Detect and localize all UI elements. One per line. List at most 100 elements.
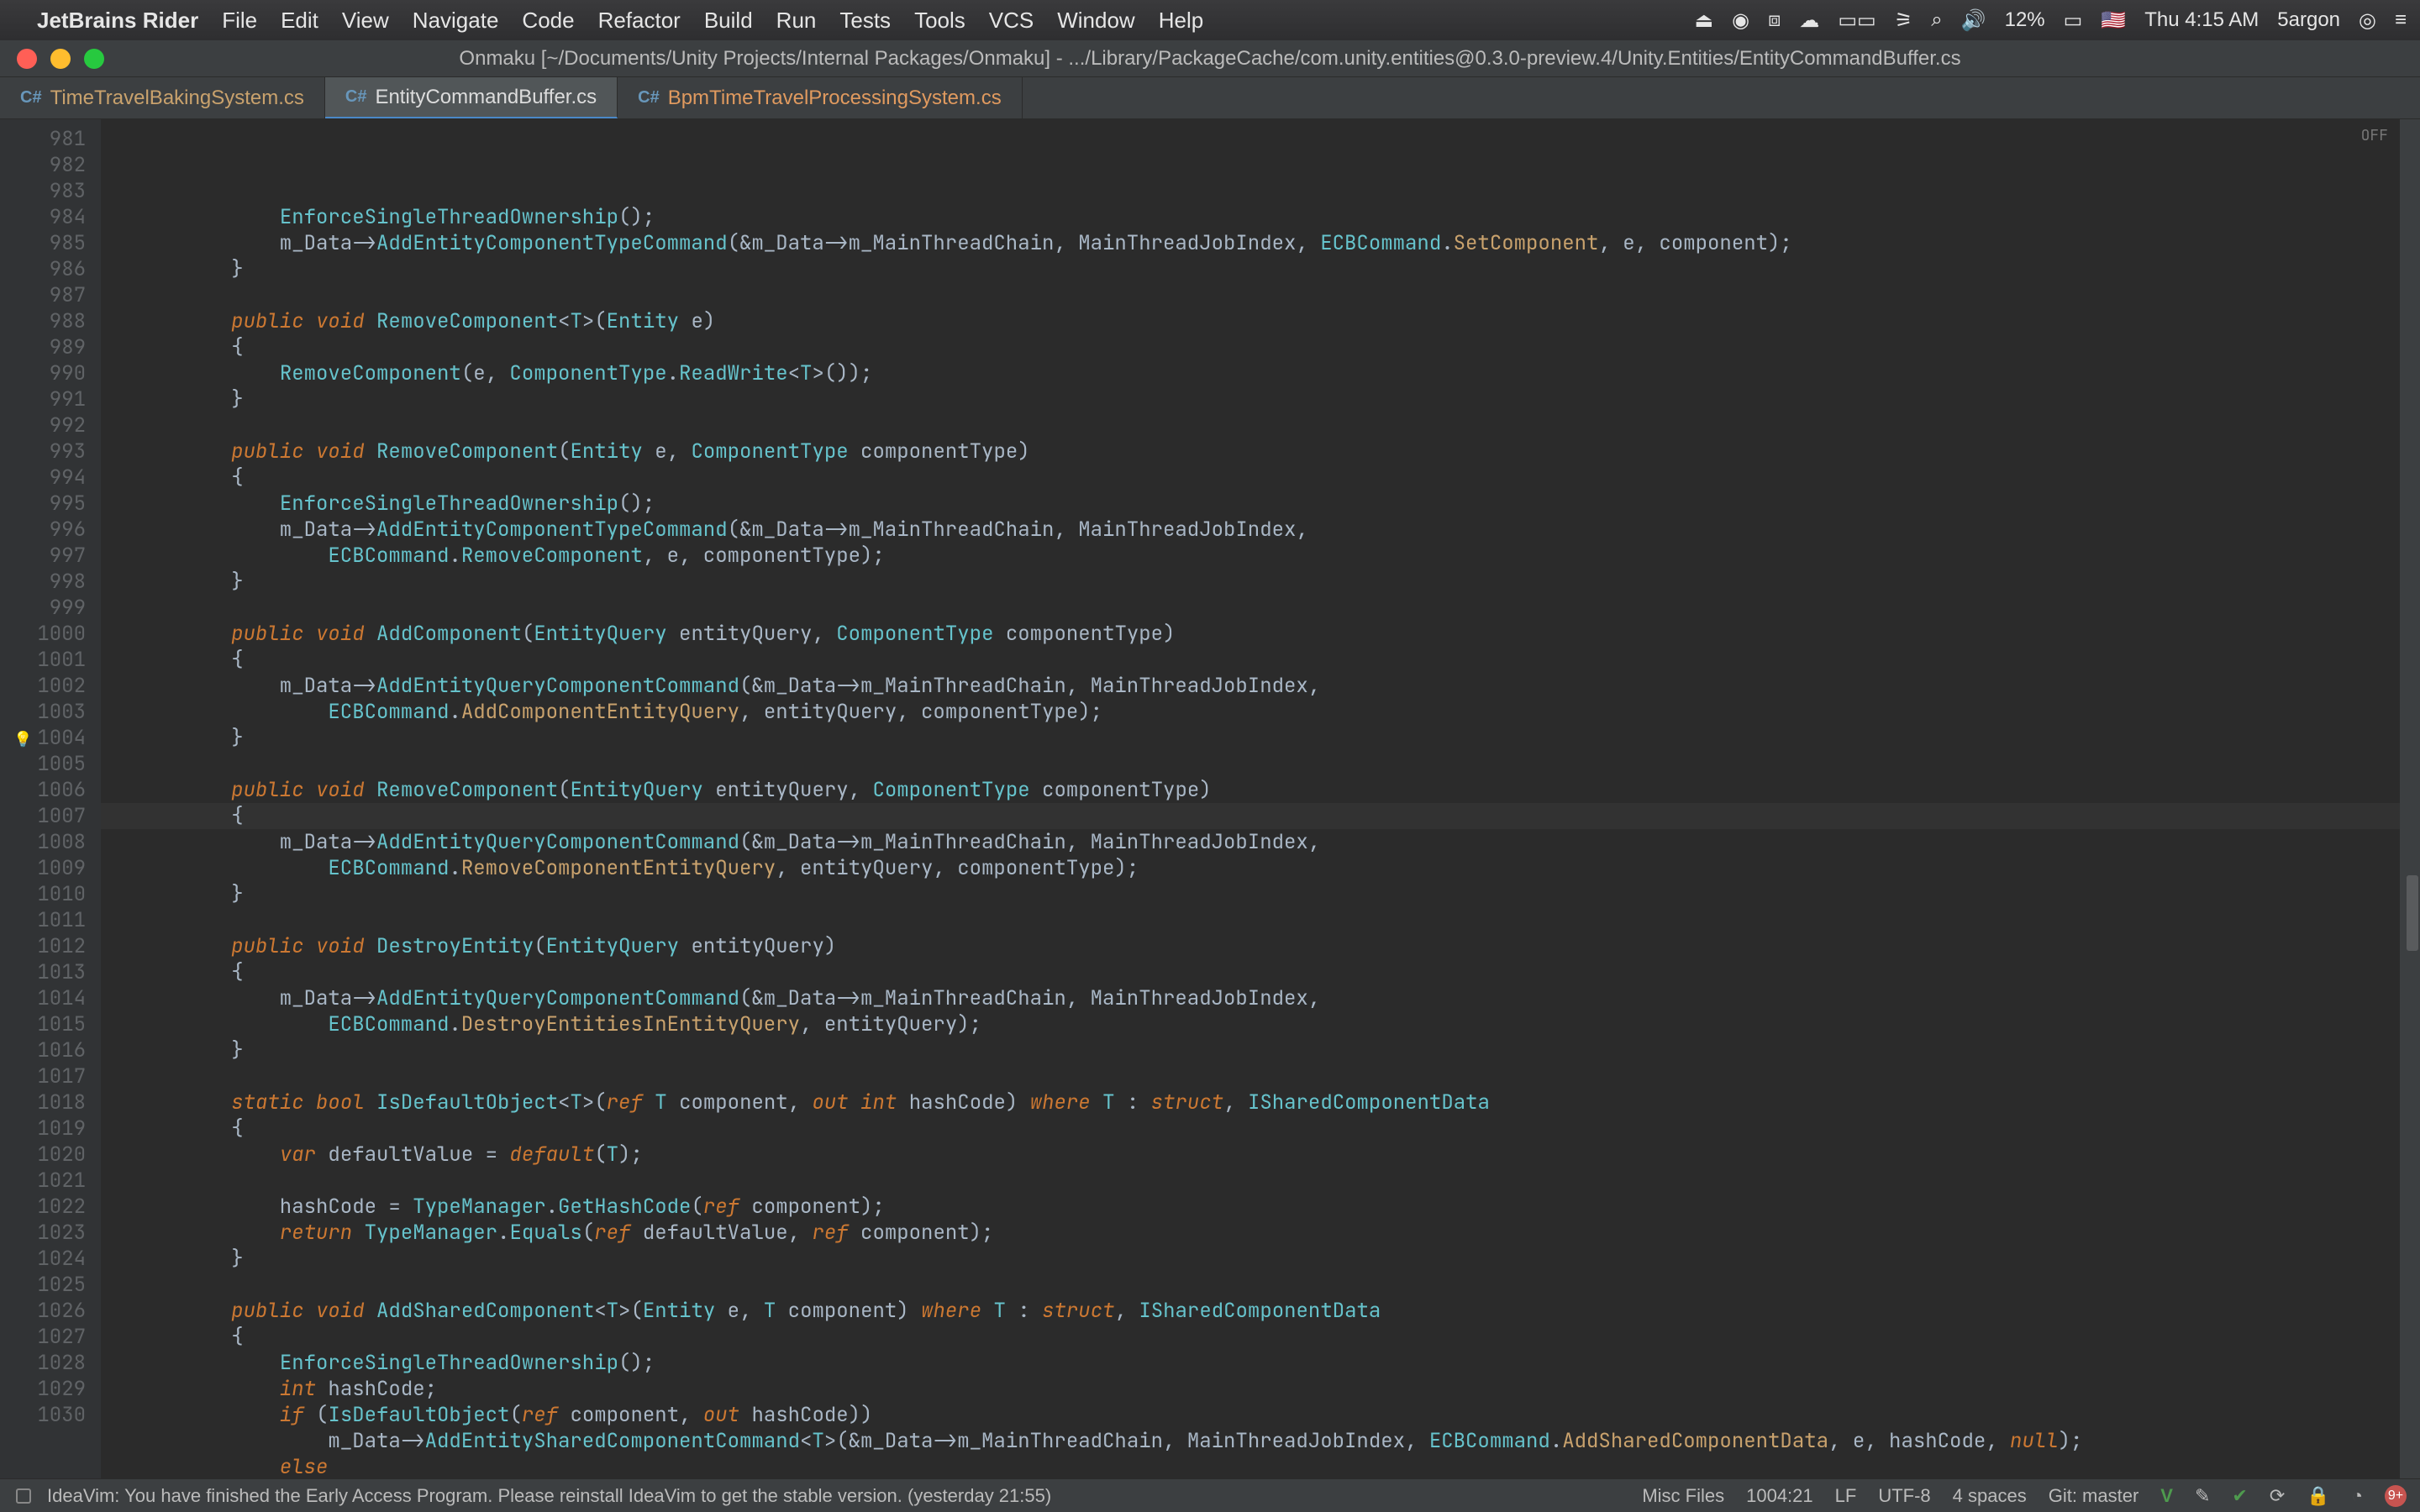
line-number[interactable]: 991 — [0, 386, 86, 412]
battery-pct[interactable]: 12% — [2005, 8, 2045, 32]
displays-icon[interactable]: ▭▭ — [1838, 8, 1876, 33]
line-number[interactable]: 981 — [0, 126, 86, 152]
code-line[interactable]: { — [101, 465, 2400, 491]
line-number[interactable]: 1018 — [0, 1089, 86, 1116]
line-number[interactable]: 989 — [0, 334, 86, 360]
code-line[interactable] — [101, 1168, 2400, 1194]
menu-file[interactable]: File — [222, 8, 257, 34]
spotlight-icon[interactable]: ⌕ — [1931, 8, 1942, 32]
code-line[interactable]: { — [101, 803, 2400, 829]
status-indent[interactable]: 4 spaces — [1953, 1485, 2027, 1507]
code-line[interactable]: m_Data->AddEntityComponentTypeCommand(&m… — [101, 230, 2400, 256]
line-number[interactable]: 985 — [0, 230, 86, 256]
line-number[interactable]: 997 — [0, 543, 86, 569]
window-maximize-button[interactable] — [84, 49, 104, 69]
menu-build[interactable]: Build — [704, 8, 753, 34]
line-number[interactable]: 1012 — [0, 933, 86, 959]
line-number[interactable]: 1002 — [0, 673, 86, 699]
battery-icon[interactable]: ▭ — [2064, 8, 2083, 33]
menu-window[interactable]: Window — [1057, 8, 1134, 34]
line-number[interactable]: 1021 — [0, 1168, 86, 1194]
menu-navigate[interactable]: Navigate — [413, 8, 499, 34]
line-number[interactable]: 1007 — [0, 803, 86, 829]
code-line[interactable]: ECBCommand.DestroyEntitiesInEntityQuery,… — [101, 1011, 2400, 1037]
line-number[interactable]: 1017 — [0, 1063, 86, 1089]
line-number[interactable]: 1005 — [0, 751, 86, 777]
code-line[interactable] — [101, 907, 2400, 933]
code-line[interactable]: } — [101, 881, 2400, 907]
menu-code[interactable]: Code — [522, 8, 574, 34]
line-number[interactable]: 996 — [0, 517, 86, 543]
code-line[interactable]: } — [101, 386, 2400, 412]
pen-icon[interactable]: ✎ — [2195, 1485, 2210, 1507]
code-line[interactable]: EnforceSingleThreadOwnership(); — [101, 491, 2400, 517]
cloud-icon[interactable]: ☁︎ — [1799, 8, 1819, 33]
line-number[interactable]: 1010 — [0, 881, 86, 907]
line-number[interactable]: 1028 — [0, 1350, 86, 1376]
hamburger-icon[interactable]: ≡ — [2395, 8, 2407, 32]
code-line[interactable]: RemoveComponent(e, ComponentType.ReadWri… — [101, 360, 2400, 386]
code-line[interactable]: public void AddSharedComponent<T>(Entity… — [101, 1298, 2400, 1324]
line-number[interactable]: 1009 — [0, 855, 86, 881]
code-line[interactable]: { — [101, 647, 2400, 673]
window-minimize-button[interactable] — [50, 49, 71, 69]
line-number[interactable]: 1013 — [0, 959, 86, 985]
line-number[interactable]: 999 — [0, 595, 86, 621]
code-line[interactable]: { — [101, 334, 2400, 360]
window-close-button[interactable] — [17, 49, 37, 69]
line-number[interactable]: 1025 — [0, 1272, 86, 1298]
line-number[interactable]: 993 — [0, 438, 86, 465]
status-line-separator[interactable]: LF — [1835, 1485, 1857, 1507]
scroll-thumb[interactable] — [2407, 875, 2418, 951]
code-line[interactable]: m_Data->AddEntityQueryComponentCommand(&… — [101, 673, 2400, 699]
unity-icon[interactable]: ⏏︎ — [1694, 8, 1713, 33]
line-number[interactable]: 1001 — [0, 647, 86, 673]
code-line[interactable]: ECBCommand.AddComponentEntityQuery, enti… — [101, 699, 2400, 725]
line-number[interactable]: 1016 — [0, 1037, 86, 1063]
line-number[interactable]: 1003 — [0, 699, 86, 725]
code-line[interactable]: return TypeManager.Equals(ref defaultVal… — [101, 1220, 2400, 1246]
code-line[interactable]: ECBCommand.RemoveComponentEntityQuery, e… — [101, 855, 2400, 881]
line-number[interactable]: 1019 — [0, 1116, 86, 1142]
menu-tools[interactable]: Tools — [914, 8, 965, 34]
code-line[interactable]: } — [101, 1037, 2400, 1063]
problems-icon[interactable] — [13, 1486, 34, 1506]
editor-scrollbar[interactable] — [2400, 119, 2420, 1478]
line-number[interactable]: 995 — [0, 491, 86, 517]
code-line[interactable]: m_Data->AddEntitySharedComponentCommand<… — [101, 1428, 2400, 1454]
line-number[interactable]: 1022 — [0, 1194, 86, 1220]
commit-check-icon[interactable]: ✔︎ — [2232, 1485, 2247, 1507]
code-line[interactable] — [101, 412, 2400, 438]
code-line[interactable]: else — [101, 1454, 2400, 1478]
code-line[interactable]: ECBCommand.RemoveComponent, e, component… — [101, 543, 2400, 569]
user-name[interactable]: 5argon — [2277, 8, 2340, 32]
lock-icon[interactable]: 🔒 — [2307, 1485, 2329, 1507]
code-line[interactable]: int hashCode; — [101, 1376, 2400, 1402]
code-line[interactable]: if (IsDefaultObject(ref component, out h… — [101, 1402, 2400, 1428]
menu-vcs[interactable]: VCS — [989, 8, 1034, 34]
dropbox-icon[interactable]: ⧈ — [1768, 8, 1781, 32]
record-icon[interactable]: ◉ — [1732, 8, 1749, 33]
update-icon[interactable]: ⟳ — [2270, 1485, 2285, 1507]
code-line[interactable]: m_Data->AddEntityQueryComponentCommand(&… — [101, 985, 2400, 1011]
status-caret-pos[interactable]: 1004:21 — [1746, 1485, 1813, 1507]
code-line[interactable]: public void RemoveComponent(EntityQuery … — [101, 777, 2400, 803]
code-line[interactable]: } — [101, 256, 2400, 282]
status-misc-files[interactable]: Misc Files — [1642, 1485, 1724, 1507]
menu-help[interactable]: Help — [1159, 8, 1203, 34]
line-number[interactable]: 994 — [0, 465, 86, 491]
line-number[interactable]: 1030 — [0, 1402, 86, 1428]
siri-icon[interactable]: ◎ — [2359, 8, 2376, 33]
line-number[interactable]: 1023 — [0, 1220, 86, 1246]
line-number[interactable]: 982 — [0, 152, 86, 178]
ideavim-icon[interactable]: V — [2160, 1485, 2173, 1507]
inspection-off-label[interactable]: OFF — [2361, 123, 2388, 149]
code-line[interactable]: public void RemoveComponent(Entity e, Co… — [101, 438, 2400, 465]
line-number[interactable]: 990 — [0, 360, 86, 386]
status-encoding[interactable]: UTF-8 — [1878, 1485, 1930, 1507]
line-number[interactable]: 992 — [0, 412, 86, 438]
code-line[interactable] — [101, 282, 2400, 308]
menu-tests[interactable]: Tests — [839, 8, 891, 34]
line-number[interactable]: 983 — [0, 178, 86, 204]
code-line[interactable]: EnforceSingleThreadOwnership(); — [101, 204, 2400, 230]
